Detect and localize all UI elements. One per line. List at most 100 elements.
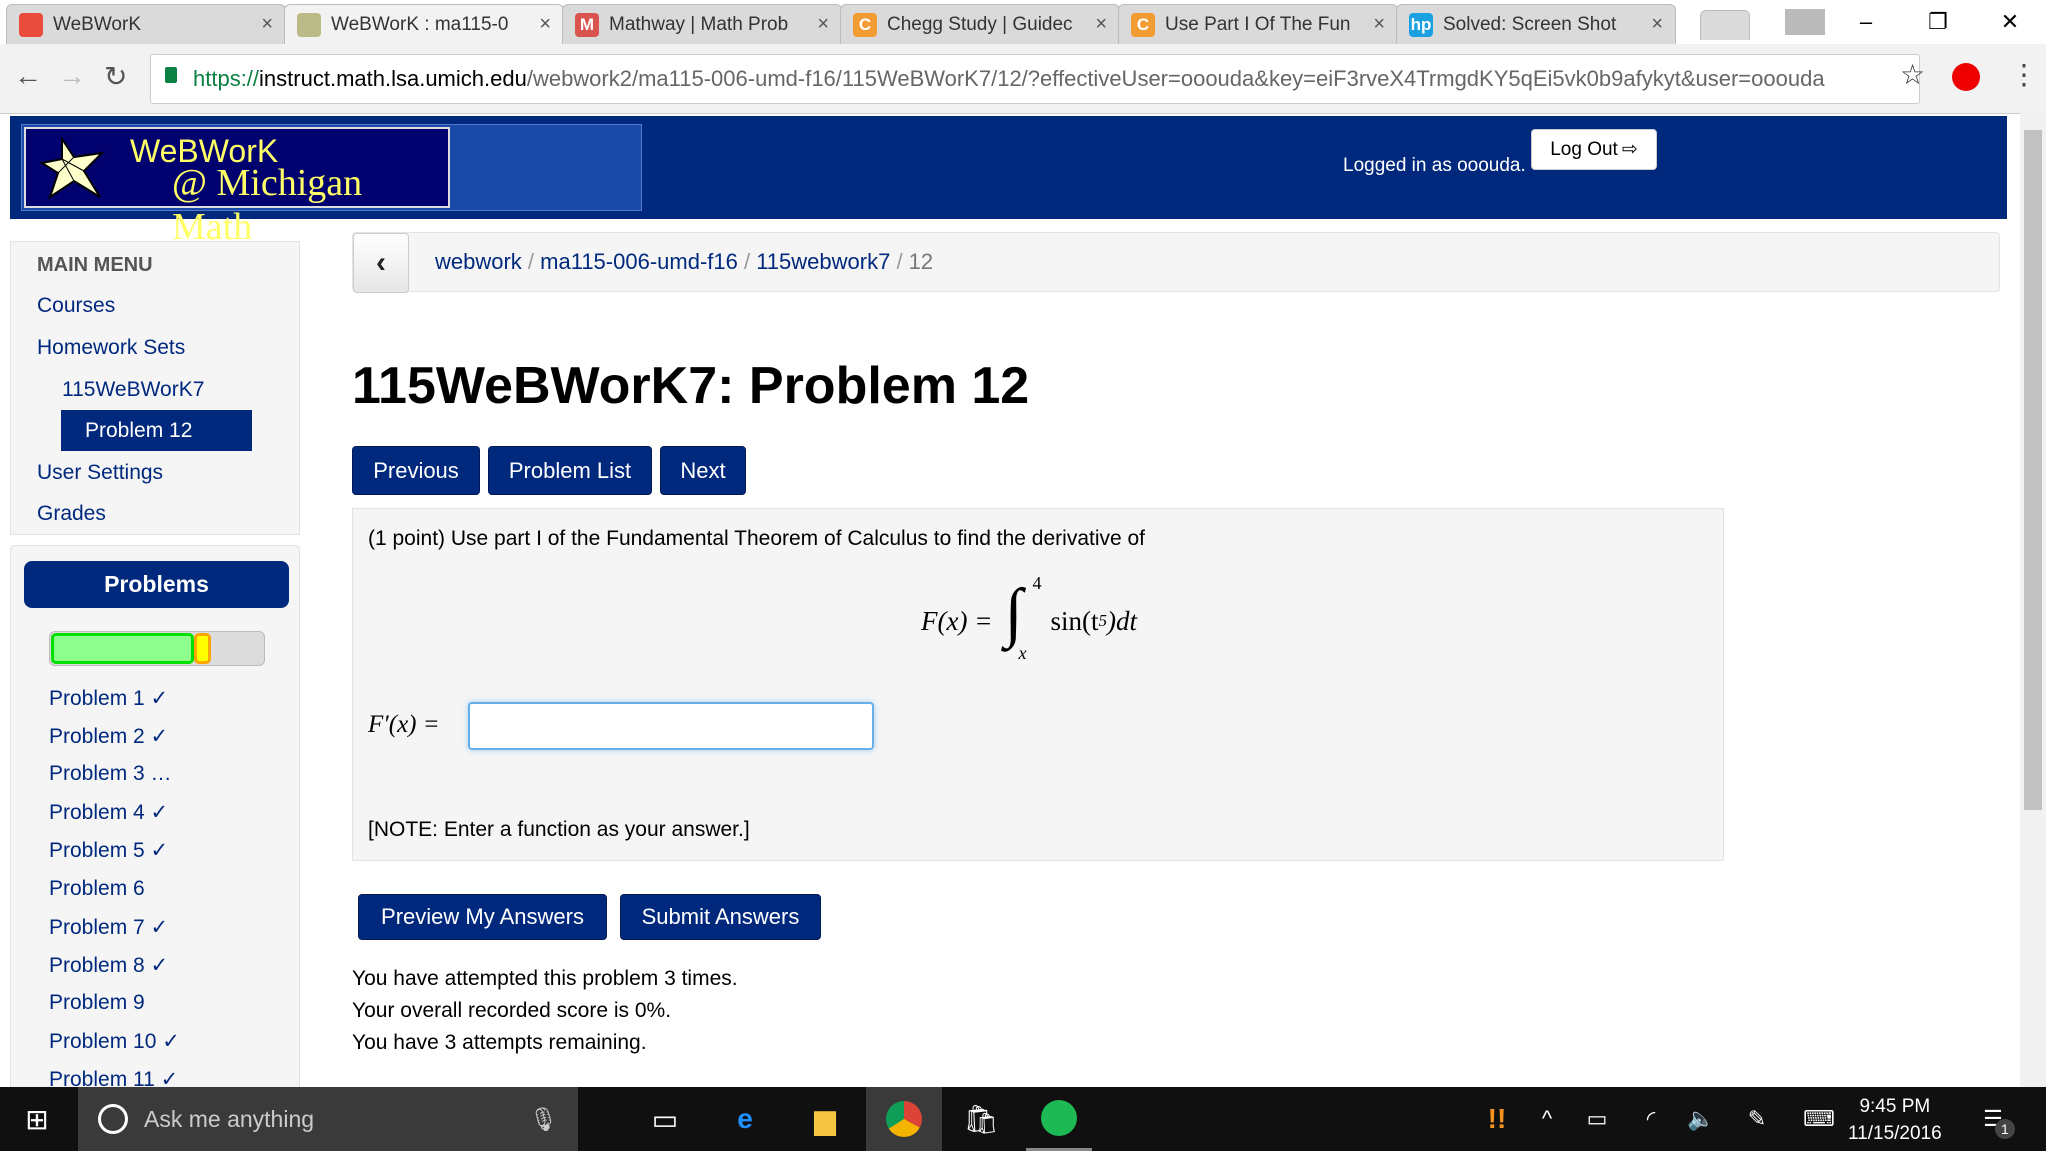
problem-link[interactable]: Problem 3 …	[49, 762, 172, 786]
problem-link[interactable]: Problem 10 ✓	[49, 1029, 180, 1054]
address-bar[interactable]: https://instruct.math.lsa.umich.edu/webw…	[150, 54, 1920, 104]
logo[interactable]: WeBWorK @ Michigan Math	[24, 127, 450, 248]
problem-link[interactable]: Problem 4 ✓	[49, 800, 168, 825]
tab[interactable]: M Mathway | Math Prob ×	[562, 4, 842, 44]
profile-icon[interactable]	[1780, 0, 1830, 44]
keyboard-icon[interactable]: ⌨	[1786, 1087, 1852, 1151]
favicon-icon: C	[1131, 12, 1155, 37]
tab-strip: WeBWorK × WeBWorK : ma115-0 × M Mathway | Mat…	[0, 0, 2046, 44]
exponent: 5	[1098, 611, 1107, 630]
problem-link[interactable]: Problem 2 ✓	[49, 724, 168, 749]
store-icon[interactable]: 🛍	[948, 1087, 1014, 1151]
bookmark-star-icon[interactable]: ☆	[1900, 58, 1925, 91]
menu-grades[interactable]: Grades	[37, 502, 106, 526]
menu-icon[interactable]: ⋮	[2010, 58, 2038, 91]
menu-courses[interactable]: Courses	[37, 294, 115, 318]
scrollbar-thumb[interactable]	[2024, 130, 2042, 810]
breadcrumb-current: 12	[908, 249, 934, 274]
restore-button[interactable]: ❐	[1902, 0, 1974, 44]
minimize-button[interactable]: –	[1830, 0, 1902, 44]
tab[interactable]: WeBWorK : ma115-0 ×	[284, 4, 564, 44]
next-label: Next	[680, 457, 726, 483]
new-tab-button[interactable]	[1700, 10, 1750, 40]
breadcrumb-webwork[interactable]: webwork	[435, 249, 522, 274]
taskbar: ⊞ Ask me anything 🎙 ▭ e ▆ 🛍 !! ^ ▭ ◜ 🔈 ✎…	[0, 1087, 2046, 1151]
tab-title: Solved: Screen Shot	[1443, 13, 1617, 35]
previous-button[interactable]: Previous	[352, 446, 480, 495]
logged-in-text: Logged in as ooouda.	[1343, 155, 1526, 176]
problems-label: Problems	[104, 571, 209, 597]
main-menu-heading: MAIN MENU	[37, 254, 153, 276]
close-tab-icon[interactable]: ×	[817, 13, 829, 36]
page-title: 115WeBWorK7: Problem 12	[352, 357, 1030, 415]
problem-link[interactable]: Problem 5 ✓	[49, 838, 168, 863]
logout-button[interactable]: Log Out ⇨	[1531, 129, 1657, 170]
url-scheme: https://	[193, 66, 260, 91]
integral-formula: F(x) = ∫ 4 x sin(t 5)dt	[921, 573, 1137, 663]
sign-out-icon: ⇨	[1621, 139, 1638, 160]
tab-title: WeBWorK	[53, 13, 141, 35]
integrand-tail: )dt	[1106, 605, 1137, 636]
close-tab-icon[interactable]: ×	[1651, 13, 1663, 36]
favicon-icon: C	[853, 12, 877, 37]
close-tab-icon[interactable]: ×	[261, 13, 273, 36]
clock[interactable]: 9:45 PM 11/15/2016	[1848, 1093, 1942, 1147]
lower-limit: x	[1018, 643, 1027, 663]
window-controls: – ❐ ✕	[1780, 0, 2046, 44]
problems-panel: Problems Problem 1 ✓ Problem 2 ✓ Problem 3…	[10, 545, 300, 1105]
menu-user-settings[interactable]: User Settings	[37, 461, 163, 485]
chrome-icon[interactable]	[866, 1087, 942, 1151]
menu-homework-sets[interactable]: Homework Sets	[37, 336, 185, 360]
answer-input[interactable]	[468, 702, 874, 750]
close-tab-icon[interactable]: ×	[539, 13, 551, 36]
edge-icon[interactable]: e	[712, 1087, 778, 1151]
windows-start-icon[interactable]: ⊞	[4, 1087, 70, 1151]
close-tab-icon[interactable]: ×	[1095, 13, 1107, 36]
problem-link[interactable]: Problem 6	[49, 877, 145, 901]
spotify-icon[interactable]	[1026, 1087, 1092, 1151]
forward-icon[interactable]: →	[58, 60, 86, 92]
problem-link[interactable]: Problem 8 ✓	[49, 953, 168, 978]
url-path: /webwork2/ma115-006-umd-f16/115WeBWorK7/…	[526, 66, 1825, 91]
back-button[interactable]: ‹	[353, 233, 409, 293]
preview-answers-button[interactable]: Preview My Answers	[358, 894, 607, 940]
tab[interactable]: C Chegg Study | Guidec ×	[840, 4, 1120, 44]
tab[interactable]: C Use Part I Of The Fun ×	[1118, 4, 1398, 44]
pen-icon[interactable]: ✎	[1724, 1087, 1790, 1151]
scrollbar[interactable]	[2020, 112, 2046, 1087]
problem-list-button[interactable]: Problem List	[488, 446, 652, 495]
back-icon[interactable]: ←	[14, 60, 42, 92]
extension-icon[interactable]	[1952, 63, 1980, 91]
favicon-icon: hp	[1409, 12, 1433, 37]
action-center-icon[interactable]: ☰ 1	[1966, 1087, 2032, 1151]
breadcrumb-course[interactable]: ma115-006-umd-f16	[540, 249, 738, 274]
problems-button[interactable]: Problems	[24, 561, 289, 608]
tab[interactable]: hp Solved: Screen Shot ×	[1396, 4, 1676, 44]
menu-set[interactable]: 115WeBWorK7	[62, 378, 204, 402]
star-web-icon	[40, 137, 105, 200]
problem-link[interactable]: Problem 7 ✓	[49, 915, 168, 940]
microphone-icon[interactable]: 🎙	[529, 1106, 558, 1133]
clock-date: 11/15/2016	[1848, 1123, 1942, 1144]
close-tab-icon[interactable]: ×	[1373, 13, 1385, 36]
progress-bar	[49, 631, 265, 666]
breadcrumb-set[interactable]: 115webwork7	[756, 249, 890, 274]
breadcrumb: ‹ webwork / ma115-006-umd-f16 / 115webwo…	[352, 232, 2000, 293]
tab-title: Use Part I Of The Fun	[1165, 13, 1351, 35]
problem-box: (1 point) Use part I of the Fundamental …	[352, 508, 1724, 861]
tab[interactable]: WeBWorK ×	[6, 4, 286, 44]
problem-link[interactable]: Problem 9	[49, 991, 145, 1015]
tab-title: WeBWorK : ma115-0	[331, 13, 509, 35]
submit-answers-button[interactable]: Submit Answers	[620, 894, 821, 940]
submit-label: Submit Answers	[641, 904, 800, 929]
clock-time: 9:45 PM	[1859, 1096, 1931, 1117]
reload-icon[interactable]: ↻	[104, 60, 127, 93]
file-explorer-icon[interactable]: ▆	[792, 1087, 858, 1151]
problem-link[interactable]: Problem 1 ✓	[49, 686, 168, 711]
cortana-search[interactable]: Ask me anything 🎙	[78, 1087, 578, 1151]
close-window-button[interactable]: ✕	[1974, 0, 2046, 44]
task-view-icon[interactable]: ▭	[632, 1087, 698, 1151]
next-button[interactable]: Next	[660, 446, 746, 495]
current-problem-label: Problem 12	[85, 419, 193, 442]
menu-current-problem[interactable]: Problem 12	[61, 410, 252, 451]
